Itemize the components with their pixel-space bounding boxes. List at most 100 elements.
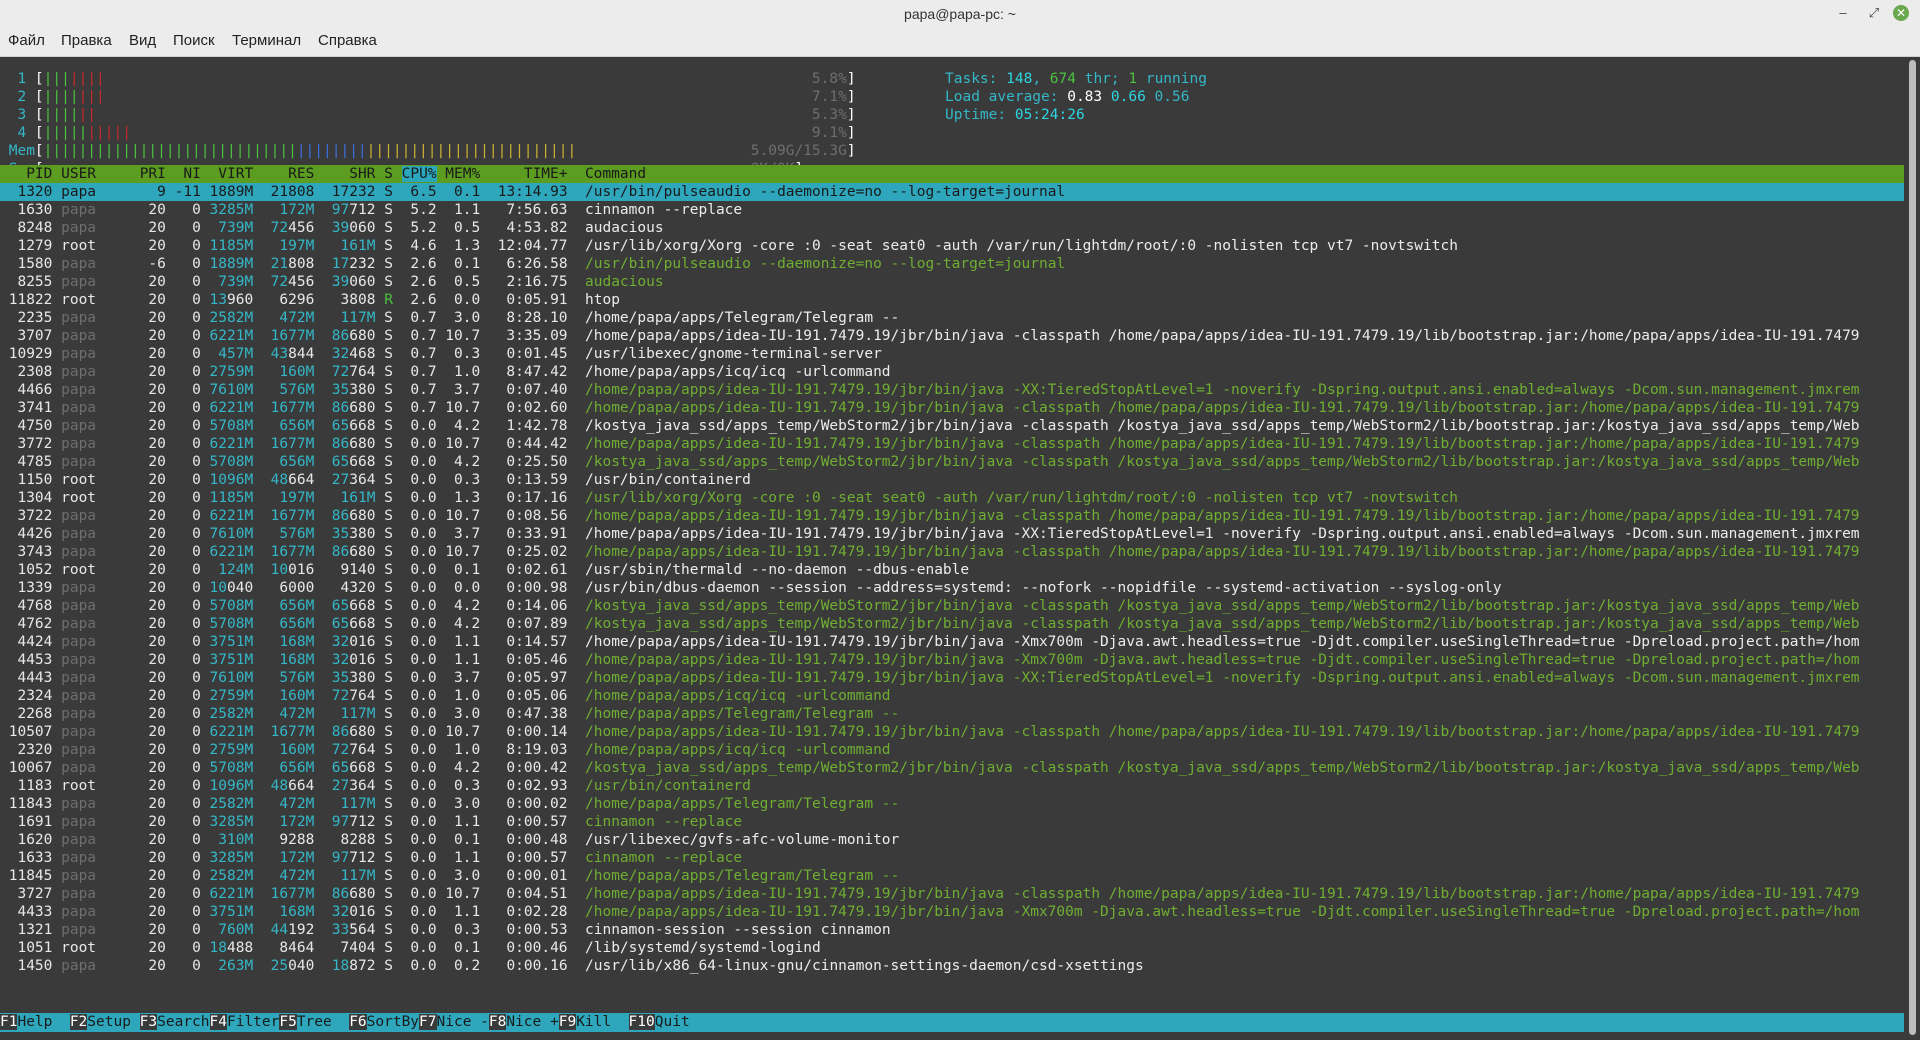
col-shr[interactable]: SHR — [323, 166, 384, 182]
table-row[interactable]: 4433 papa 20 0 3751M 168M 32016 S 0.0 1.… — [0, 903, 1904, 921]
terminal-area[interactable]: 1 [||||||| 5.8%] 2 [||||||| 7.1%] 3 [|||… — [0, 57, 1904, 1040]
cell-shr: 117M — [323, 796, 376, 812]
table-row[interactable]: 4424 papa 20 0 3751M 168M 32016 S 0.0 1.… — [0, 633, 1904, 651]
cell-state: S — [384, 634, 402, 650]
fkey-f8[interactable]: F8Nice + — [488, 1013, 559, 1032]
cell-virt: 760M — [210, 922, 253, 938]
col-virt[interactable]: VIRT — [210, 166, 262, 182]
fkey-f7[interactable]: F7Nice - — [419, 1013, 489, 1032]
table-row[interactable]: 1052 root 20 0 124M 10016 9140 S 0.0 0.1… — [0, 561, 1904, 579]
col-pri[interactable]: PRI — [140, 166, 175, 182]
table-row[interactable]: 4453 papa 20 0 3751M 168M 32016 S 0.0 1.… — [0, 651, 1904, 669]
col-res[interactable]: RES — [262, 166, 323, 182]
table-row[interactable]: 11845 papa 20 0 2582M 472M 117M S 0.0 3.… — [0, 867, 1904, 885]
cell-ni: 0 — [174, 490, 210, 506]
col-command[interactable]: Command — [585, 166, 1904, 182]
table-row[interactable]: 1630 papa 20 0 3285M 172M 97712 S 5.2 1.… — [0, 201, 1904, 219]
terminal-scrollbar[interactable] — [1905, 57, 1920, 1040]
table-row[interactable]: 4426 papa 20 0 7610M 576M 35380 S 0.0 3.… — [0, 525, 1904, 543]
table-row[interactable]: 1580 papa -6 0 1889M 21808 17232 S 2.6 0… — [0, 255, 1904, 273]
sep — [253, 904, 262, 920]
table-row[interactable]: 3707 papa 20 0 6221M 1677M 86680 S 0.7 1… — [0, 327, 1904, 345]
col-s[interactable]: S — [384, 166, 401, 182]
menu-terminal[interactable]: Терминал — [232, 32, 301, 49]
scrollbar-thumb[interactable] — [1909, 60, 1916, 1035]
cell-res: 472M — [262, 706, 314, 722]
size-units: 016 — [288, 562, 315, 578]
fkey-f9[interactable]: F9Kill — [558, 1013, 629, 1032]
col-cpu[interactable]: CPU% — [401, 166, 437, 182]
table-row[interactable]: 10929 papa 20 0 457M 43844 32468 S 0.7 0… — [0, 345, 1904, 363]
table-row[interactable]: 3741 papa 20 0 6221M 1677M 86680 S 0.7 1… — [0, 399, 1904, 417]
maximize-icon[interactable]: ⤢ — [1864, 3, 1884, 23]
menu-search[interactable]: Поиск — [173, 32, 215, 49]
table-row[interactable]: 2320 papa 20 0 2759M 160M 72764 S 0.0 1.… — [0, 741, 1904, 759]
table-row[interactable]: 8255 papa 20 0 739M 72456 39060 S 2.6 0.… — [0, 273, 1904, 291]
col-user[interactable]: USER — [61, 166, 140, 182]
menu-help[interactable]: Справка — [318, 32, 377, 49]
table-row[interactable]: 4762 papa 20 0 5708M 656M 65668 S 0.0 4.… — [0, 615, 1904, 633]
table-row[interactable]: 1051 root 20 0 18488 8464 7404 S 0.0 0.1… — [0, 939, 1904, 957]
cell-time: 0:00.46 — [488, 940, 585, 956]
table-row[interactable]: 1620 papa 20 0 310M 9288 8288 S 0.0 0.1 … — [0, 831, 1904, 849]
table-row[interactable]: 1633 papa 20 0 3285M 172M 97712 S 0.0 1.… — [0, 849, 1904, 867]
table-row[interactable]: 2235 papa 20 0 2582M 472M 117M S 0.7 3.0… — [0, 309, 1904, 327]
close-icon[interactable]: ✕ — [1893, 5, 1909, 21]
fkey-f3[interactable]: F3Search — [139, 1013, 210, 1032]
fkey-f1[interactable]: F1Help — [0, 1013, 70, 1032]
table-row[interactable]: 10067 papa 20 0 5708M 656M 65668 S 0.0 4… — [0, 759, 1904, 777]
cell-command: /home/papa/apps/idea-IU-191.7479.19/jbr/… — [585, 382, 1860, 398]
col-ni[interactable]: NI — [175, 166, 210, 182]
col-time[interactable]: TIME+ — [489, 166, 585, 182]
table-row[interactable]: 4768 papa 20 0 5708M 656M 65668 S 0.0 4.… — [0, 597, 1904, 615]
table-row[interactable]: 1183 root 20 0 1096M 48664 27364 S 0.0 0… — [0, 777, 1904, 795]
table-row[interactable]: 1320 papa 9 -11 1889M 21808 17232 S 6.5 … — [0, 183, 1904, 201]
table-row[interactable]: 1339 papa 20 0 10040 6000 4320 S 0.0 0.0… — [0, 579, 1904, 597]
table-row[interactable]: 4750 papa 20 0 5708M 656M 65668 S 0.0 4.… — [0, 417, 1904, 435]
menu-file[interactable]: Файл — [8, 32, 45, 49]
cell-ni: 0 — [174, 706, 210, 722]
menu-edit[interactable]: Правка — [61, 32, 112, 49]
fkey-f6[interactable]: F6SortBy — [349, 1013, 419, 1032]
table-row[interactable]: 2308 papa 20 0 2759M 160M 72764 S 0.7 1.… — [0, 363, 1904, 381]
col-pid[interactable]: PID — [0, 166, 61, 182]
table-row[interactable]: 4785 papa 20 0 5708M 656M 65668 S 0.0 4.… — [0, 453, 1904, 471]
table-row[interactable]: 1450 papa 20 0 263M 25040 18872 S 0.0 0.… — [0, 957, 1904, 975]
cell-state: S — [384, 922, 402, 938]
col-mem[interactable]: MEM% — [437, 166, 489, 182]
cell-cpu: 0.0 — [401, 418, 437, 434]
table-row[interactable]: 1691 papa 20 0 3285M 172M 97712 S 0.0 1.… — [0, 813, 1904, 831]
table-row[interactable]: 3743 papa 20 0 6221M 1677M 86680 S 0.0 1… — [0, 543, 1904, 561]
table-row[interactable]: 4443 papa 20 0 7610M 576M 35380 S 0.0 3.… — [0, 669, 1904, 687]
table-row[interactable]: 1304 root 20 0 1185M 197M 161M S 0.0 1.3… — [0, 489, 1904, 507]
fkey-f2[interactable]: F2Setup — [69, 1013, 140, 1032]
cell-virt: 7610M — [210, 526, 254, 542]
size-thousands: 17 — [323, 256, 350, 272]
sep — [253, 454, 262, 470]
minimize-icon[interactable]: – — [1833, 3, 1853, 23]
table-row[interactable]: 4466 papa 20 0 7610M 576M 35380 S 0.7 3.… — [0, 381, 1904, 399]
table-row[interactable]: 3722 papa 20 0 6221M 1677M 86680 S 0.0 1… — [0, 507, 1904, 525]
table-row[interactable]: 11822 root 20 0 13960 6296 3808 R 2.6 0.… — [0, 291, 1904, 309]
fkey-f5[interactable]: F5Tree — [279, 1013, 349, 1032]
cell-res: 21808 — [262, 256, 315, 272]
table-row[interactable]: 2324 papa 20 0 2759M 160M 72764 S 0.0 1.… — [0, 687, 1904, 705]
cell-shr: 17232 — [323, 184, 376, 200]
cell-time: 0:02.60 — [488, 400, 585, 416]
menu-view[interactable]: Вид — [129, 32, 156, 49]
fkey-f4[interactable]: F4Filter — [209, 1013, 279, 1032]
cell-command: /usr/bin/pulseaudio --daemonize=no --log… — [585, 256, 1066, 272]
fkey-f10[interactable]: F10Quit — [628, 1013, 708, 1032]
cell-user: papa — [61, 526, 140, 542]
table-row[interactable]: 1279 root 20 0 1185M 197M 161M S 4.6 1.3… — [0, 237, 1904, 255]
table-row[interactable]: 11843 papa 20 0 2582M 472M 117M S 0.0 3.… — [0, 795, 1904, 813]
meter-pad — [105, 89, 795, 105]
table-row[interactable]: 1150 root 20 0 1096M 48664 27364 S 0.0 0… — [0, 471, 1904, 489]
table-row[interactable]: 1321 papa 20 0 760M 44192 33564 S 0.0 0.… — [0, 921, 1904, 939]
size-value: 472M — [261, 310, 315, 326]
table-row[interactable]: 10507 papa 20 0 6221M 1677M 86680 S 0.0 … — [0, 723, 1904, 741]
table-row[interactable]: 3727 papa 20 0 6221M 1677M 86680 S 0.0 1… — [0, 885, 1904, 903]
table-row[interactable]: 2268 papa 20 0 2582M 472M 117M S 0.0 3.0… — [0, 705, 1904, 723]
table-row[interactable]: 3772 papa 20 0 6221M 1677M 86680 S 0.0 1… — [0, 435, 1904, 453]
table-row[interactable]: 8248 papa 20 0 739M 72456 39060 S 5.2 0.… — [0, 219, 1904, 237]
